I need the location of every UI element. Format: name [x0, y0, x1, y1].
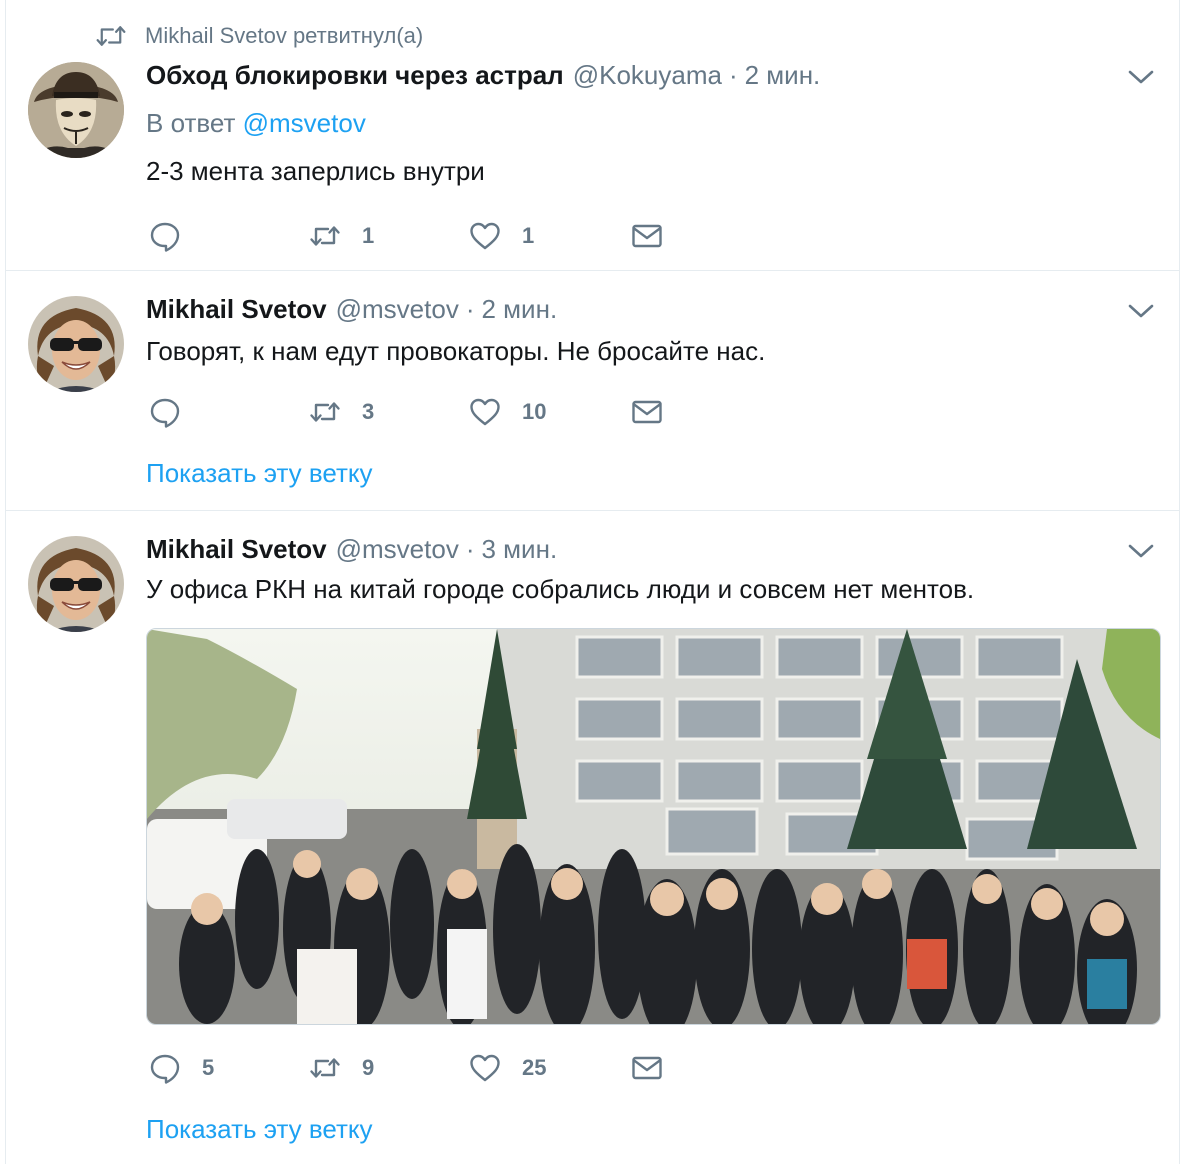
dm-button[interactable] — [630, 392, 664, 432]
chevron-down-icon[interactable] — [1127, 302, 1155, 320]
tweet-actions: 5 9 25 — [148, 1048, 688, 1088]
reply-count: 5 — [202, 1055, 215, 1080]
retweet-button[interactable]: 3 — [308, 392, 374, 432]
display-name[interactable]: Mikhail Svetov — [146, 534, 327, 565]
like-button[interactable]: 10 — [468, 392, 546, 432]
retweet-icon — [96, 26, 126, 46]
separator-dot: · — [465, 294, 475, 324]
tweet-header: Mikhail Svetov @msvetov · 3 мин. — [146, 534, 557, 565]
like-count: 10 — [522, 399, 547, 424]
reply-button[interactable] — [148, 392, 202, 432]
reply-handle-link[interactable]: @msvetov — [243, 108, 366, 138]
tweet-header: Mikhail Svetov @msvetov · 2 мин. — [146, 294, 557, 325]
envelope-icon — [630, 395, 664, 429]
dm-button[interactable] — [630, 1048, 664, 1088]
display-name[interactable]: Mikhail Svetov — [146, 294, 327, 325]
user-handle[interactable]: @Kokuyama — [573, 60, 722, 91]
like-button[interactable]: 1 — [468, 216, 534, 256]
show-thread-link[interactable]: Показать эту ветку — [146, 458, 373, 489]
user-handle[interactable]: @msvetov — [336, 294, 459, 325]
reply-prefix: В ответ — [146, 108, 236, 138]
reply-button[interactable]: 5 — [148, 1048, 214, 1088]
tweet-text: 2-3 мента заперлись внутри — [146, 156, 485, 186]
heart-icon — [468, 395, 502, 429]
tweet-header: Обход блокировки через астрал @Kokuyama … — [146, 60, 820, 91]
retweet-icon — [308, 395, 342, 429]
heart-icon — [468, 219, 502, 253]
tweet-actions: 3 10 — [148, 392, 688, 432]
dm-button[interactable] — [630, 216, 664, 256]
user-handle[interactable]: @msvetov — [336, 534, 459, 565]
avatar[interactable] — [28, 62, 124, 158]
timestamp[interactable]: 3 мин. — [482, 534, 558, 565]
tweet-text: Говорят, к нам едут провокаторы. Не брос… — [146, 336, 766, 366]
retweet-button[interactable]: 1 — [308, 216, 374, 256]
display-name[interactable]: Обход блокировки через астрал — [146, 60, 564, 91]
timestamp[interactable]: 2 мин. — [482, 294, 558, 325]
reply-icon — [148, 395, 182, 429]
chevron-down-icon[interactable] — [1127, 68, 1155, 86]
retweet-banner: Mikhail Svetov ретвитнул(а) — [95, 22, 423, 50]
tweet-actions: 1 1 — [148, 216, 688, 256]
heart-icon — [468, 1051, 502, 1085]
retweet-count: 9 — [362, 1055, 375, 1080]
like-count: 1 — [522, 223, 535, 248]
avatar[interactable] — [28, 536, 124, 632]
like-button[interactable]: 25 — [468, 1048, 546, 1088]
separator-dot: · — [465, 534, 475, 564]
separator-dot: · — [728, 60, 738, 90]
retweet-count: 1 — [362, 223, 375, 248]
envelope-icon — [630, 219, 664, 253]
retweet-icon — [308, 219, 342, 253]
retweet-button[interactable]: 9 — [308, 1048, 374, 1088]
tweet-text: У офиса РКН на китай городе собрались лю… — [146, 574, 975, 604]
reply-button[interactable] — [148, 216, 202, 256]
show-thread-link[interactable]: Показать эту ветку — [146, 1114, 373, 1145]
envelope-icon — [630, 1051, 664, 1085]
tweet-photo[interactable] — [146, 628, 1161, 1025]
reply-icon — [148, 1051, 182, 1085]
retweet-icon — [308, 1051, 342, 1085]
retweet-count: 3 — [362, 399, 375, 424]
divider — [5, 270, 1179, 271]
reply-icon — [148, 219, 182, 253]
reply-context: В ответ @msvetov — [146, 108, 366, 139]
timestamp[interactable]: 2 мин. — [745, 60, 821, 91]
avatar[interactable] — [28, 296, 124, 392]
like-count: 25 — [522, 1055, 547, 1080]
chevron-down-icon[interactable] — [1127, 542, 1155, 560]
divider — [5, 510, 1179, 511]
retweet-banner-text[interactable]: Mikhail Svetov ретвитнул(а) — [145, 23, 423, 49]
